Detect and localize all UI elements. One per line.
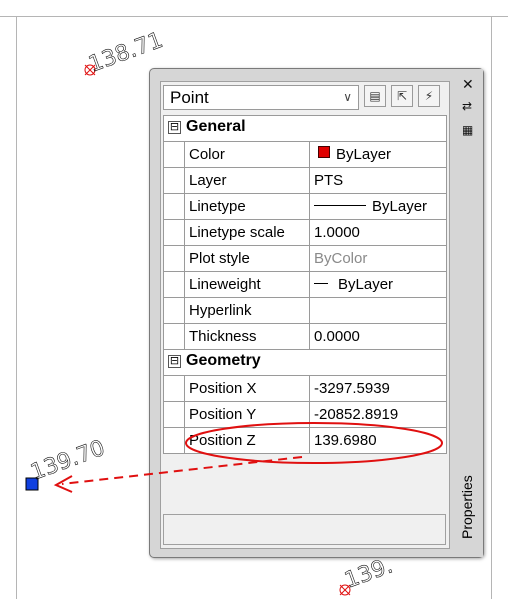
property-name: Plot style (184, 246, 310, 271)
collapse-icon[interactable]: ⊟ (168, 355, 181, 368)
property-row-thickness[interactable]: Thickness 0.0000 (164, 324, 447, 350)
toggle-pickadd-icon[interactable]: ⚡ (418, 85, 440, 107)
color-swatch (318, 146, 330, 158)
description-panel (163, 514, 446, 545)
property-row-color[interactable]: Color ByLayer (164, 142, 447, 168)
lineweight-sample (314, 283, 328, 284)
chevron-down-icon: ∨ (343, 90, 352, 104)
property-row-hyperlink[interactable]: Hyperlink (164, 298, 447, 324)
property-name: Position Y (184, 402, 310, 427)
property-value-linetype-scale[interactable]: 1.0000 (310, 220, 447, 245)
properties-menu-icon[interactable]: ▦ (462, 123, 473, 137)
property-name: Position X (184, 376, 310, 401)
close-icon[interactable]: ✕ (462, 77, 474, 91)
property-row-position-y[interactable]: Position Y -20852.8919 (164, 402, 447, 428)
properties-content: Point ∨ ▤ ⇱ ⚡ ⊟ General Color ByLayer La… (160, 81, 450, 549)
property-value-position-y[interactable]: -20852.8919 (310, 402, 447, 427)
property-value-lineweight[interactable]: ByLayer (310, 272, 447, 297)
property-row-position-x[interactable]: Position X -3297.5939 (164, 376, 447, 402)
point-label-139-70: 139.70 (28, 436, 109, 486)
linetype-sample (314, 205, 366, 206)
property-row-plot-style[interactable]: Plot style ByColor (164, 246, 447, 272)
palette-title: Properties (459, 475, 475, 539)
object-type-dropdown[interactable]: Point ∨ (163, 85, 359, 110)
quick-select-icon[interactable]: ▤ (364, 85, 386, 107)
property-value-color[interactable]: ByLayer (310, 142, 447, 167)
property-value-hyperlink[interactable] (310, 298, 447, 323)
property-name: Color (184, 142, 310, 167)
property-name: Linetype scale (184, 220, 310, 245)
collapse-icon[interactable]: ⊟ (168, 121, 181, 134)
property-name: Hyperlink (184, 298, 310, 323)
palette-titlebar[interactable]: ✕ ⇄ ▦ Properties (455, 69, 483, 557)
property-name: Layer (184, 168, 310, 193)
auto-hide-icon[interactable]: ⇄ (462, 99, 472, 113)
property-value-plot-style[interactable]: ByColor (310, 246, 447, 271)
property-row-lineweight[interactable]: Lineweight ByLayer (164, 272, 447, 298)
property-value-linetype[interactable]: ByLayer (310, 194, 447, 219)
category-geometry[interactable]: ⊟ Geometry (164, 350, 447, 376)
property-value-layer[interactable]: PTS (310, 168, 447, 193)
property-name: Linetype (184, 194, 310, 219)
property-row-linetype[interactable]: Linetype ByLayer (164, 194, 447, 220)
category-general[interactable]: ⊟ General (164, 116, 447, 142)
point-label-139-partial: 139. (342, 553, 397, 593)
property-row-layer[interactable]: Layer PTS (164, 168, 447, 194)
property-name: Position Z (184, 428, 310, 453)
object-type-value: Point (170, 88, 209, 107)
property-value-position-x[interactable]: -3297.5939 (310, 376, 447, 401)
property-value-thickness[interactable]: 0.0000 (310, 324, 447, 349)
select-objects-icon[interactable]: ⇱ (391, 85, 413, 107)
properties-palette[interactable]: Point ∨ ▤ ⇱ ⚡ ⊟ General Color ByLayer La… (149, 68, 484, 558)
property-row-position-z[interactable]: Position Z 139.6980 (164, 428, 447, 454)
property-name: Lineweight (184, 272, 310, 297)
category-label: General (186, 118, 246, 135)
category-label: Geometry (186, 352, 261, 369)
property-name: Thickness (184, 324, 310, 349)
property-grid: ⊟ General Color ByLayer Layer PTS Linety… (163, 115, 447, 454)
property-value-position-z[interactable]: 139.6980 (310, 428, 447, 453)
property-row-linetype-scale[interactable]: Linetype scale 1.0000 (164, 220, 447, 246)
